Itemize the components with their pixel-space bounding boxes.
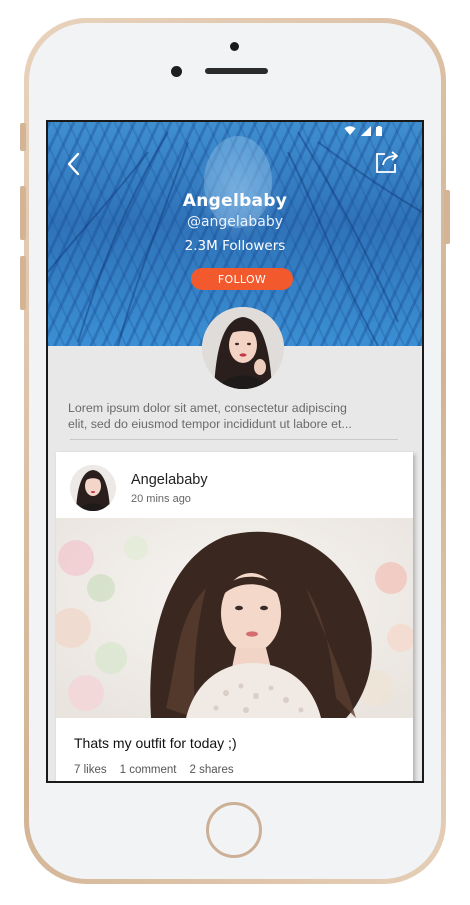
profile-screen: Angelbaby @angelababy 2.3M Followers FOL… bbox=[48, 122, 422, 781]
post-timestamp: 20 mins ago bbox=[131, 493, 191, 505]
mute-switch bbox=[20, 123, 26, 151]
proximity-sensor bbox=[171, 66, 182, 77]
divider bbox=[70, 439, 398, 440]
home-button[interactable] bbox=[206, 802, 262, 858]
back-chevron-icon[interactable] bbox=[66, 152, 80, 176]
battery-icon bbox=[376, 126, 382, 136]
front-camera bbox=[230, 42, 239, 51]
profile-avatar[interactable] bbox=[202, 307, 284, 389]
earpiece-speaker bbox=[205, 68, 268, 74]
follower-count: 2.3M Followers bbox=[184, 238, 286, 254]
phone-screen: Angelbaby @angelababy 2.3M Followers FOL… bbox=[46, 120, 424, 783]
likes-count[interactable]: 7 likes bbox=[74, 764, 107, 776]
bio-line: Lorem ipsum dolor sit amet, consectetur … bbox=[68, 401, 347, 415]
avatar-photo bbox=[202, 307, 284, 389]
post-image[interactable] bbox=[56, 518, 413, 718]
comments-count[interactable]: 1 comment bbox=[120, 764, 177, 776]
post-stats: 7 likes 1 comment 2 shares bbox=[74, 764, 234, 776]
power-button bbox=[444, 190, 450, 244]
wifi-icon bbox=[344, 126, 356, 135]
profile-bio: Lorem ipsum dolor sit amet, consectetur … bbox=[68, 400, 388, 432]
profile-name: Angelbaby bbox=[182, 191, 288, 211]
follow-button[interactable]: FOLLOW bbox=[191, 268, 293, 290]
bio-line: elit, sed do eiusmod tempor incididunt u… bbox=[68, 417, 352, 431]
post-photo bbox=[56, 518, 413, 718]
cellular-icon bbox=[361, 126, 371, 136]
post-author-avatar[interactable] bbox=[70, 465, 116, 511]
share-icon[interactable] bbox=[374, 149, 400, 175]
shares-count[interactable]: 2 shares bbox=[190, 764, 234, 776]
profile-handle: @angelababy bbox=[186, 214, 284, 230]
volume-up-button bbox=[20, 186, 26, 240]
post-card[interactable]: Angelababy 20 mins ago Thats my outfit f… bbox=[56, 452, 413, 781]
post-author-name[interactable]: Angelababy bbox=[131, 472, 208, 488]
avatar-photo bbox=[70, 465, 116, 511]
status-bar bbox=[344, 126, 382, 136]
post-caption: Thats my outfit for today ;) bbox=[74, 735, 237, 751]
volume-down-button bbox=[20, 256, 26, 310]
